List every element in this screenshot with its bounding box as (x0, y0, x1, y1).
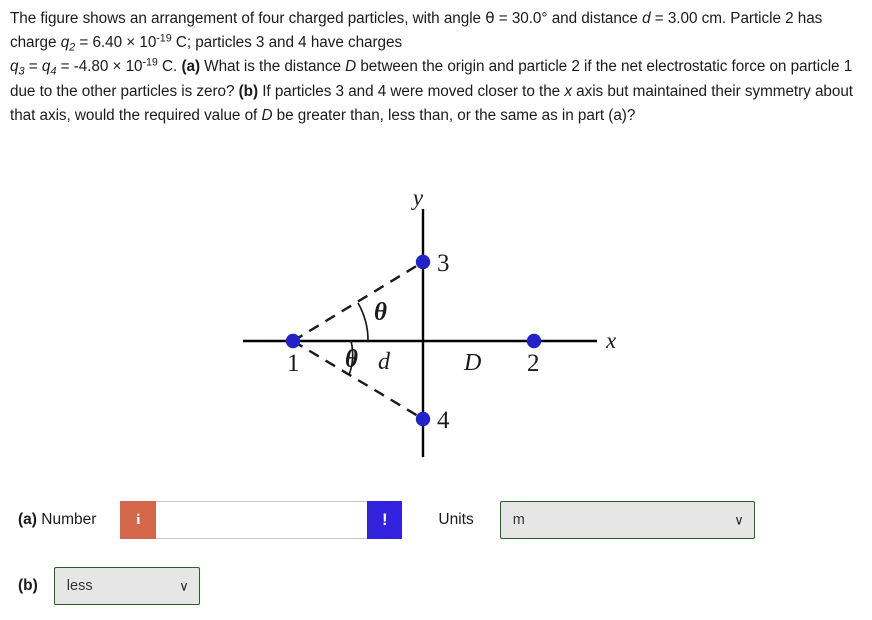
particle-3-label: 3 (437, 250, 450, 277)
particle-1-dot (285, 333, 301, 349)
particle-4-dot (415, 411, 431, 427)
dashed-line-1-to-4 (292, 339, 424, 421)
answer-a-number-input[interactable] (156, 501, 368, 539)
particle-3-dot (415, 254, 431, 270)
distance-D-label: D (463, 350, 481, 376)
distance-d-label: d (378, 349, 391, 375)
exponent-neg19-a: -19 (156, 32, 172, 45)
answer-a-part-tag: (a) (18, 511, 37, 528)
angle-label-lower: θ (345, 346, 358, 373)
answer-a-input-group: i ! (120, 501, 403, 539)
theta-symbol: θ (485, 9, 495, 27)
problem-text-line2c: C; particles 3 and 4 have charges (171, 34, 403, 52)
problem-text-line3c: C. (157, 58, 182, 76)
problem-text-line1b: = 30.0 (494, 10, 542, 27)
axis-label-y: y (411, 185, 424, 210)
variable-D-a: D (345, 58, 357, 76)
answer-row-a: (a) Number i ! Units m ∨ (18, 500, 755, 540)
warning-icon-button[interactable]: ! (367, 501, 403, 539)
problem-statement: The figure shows an arrangement of four … (10, 6, 868, 128)
angle-arc-upper (357, 302, 369, 342)
answer-b-part-tag: (b) (18, 577, 38, 594)
variable-q2: q (60, 34, 70, 52)
answer-a-label: (a) Number (18, 511, 96, 529)
charged-particles-figure: y x 3 4 1 2 θ θ d D (0, 183, 872, 478)
problem-text-line3d: What is the distance (199, 58, 346, 76)
problem-text-line4c: be greater than, less than, or the same … (272, 106, 636, 124)
problem-text-line1c: and distance (547, 10, 643, 27)
problem-text-line1a: The figure shows an arrangement of four … (10, 10, 486, 27)
variable-D-b: D (261, 106, 273, 124)
problem-text-eq: = (24, 58, 42, 76)
particle-4-label: 4 (437, 407, 450, 434)
variable-x: x (564, 82, 572, 100)
answer-b-select[interactable]: less (53, 567, 200, 605)
problem-text-line4a: If particles 3 and 4 were moved closer t… (258, 82, 565, 100)
exponent-neg19-b: -19 (142, 56, 158, 69)
units-select[interactable]: m (499, 501, 755, 539)
particle-1-label: 1 (287, 350, 300, 377)
units-label: Units (438, 511, 474, 528)
angle-label-upper: θ (374, 299, 387, 326)
info-icon-button[interactable]: i (120, 501, 157, 539)
answer-row-b: (b) less ∨ (18, 566, 200, 606)
units-select-wrapper: m ∨ (499, 501, 755, 539)
particle-2-label: 2 (527, 350, 540, 377)
problem-text-line3b: = -4.80 × 10 (56, 58, 143, 76)
part-b-marker: (b) (238, 82, 259, 100)
particle-2-dot (526, 333, 542, 349)
axis-label-x: x (605, 328, 617, 353)
part-a-marker: (a) (181, 58, 200, 76)
answer-a-number-text: Number (36, 511, 97, 528)
dashed-line-1-to-3 (292, 260, 424, 343)
problem-text-line2b: = 6.40 × 10 (75, 34, 157, 52)
answer-b-select-wrapper: less ∨ (53, 567, 200, 605)
variable-d: d (642, 10, 651, 27)
